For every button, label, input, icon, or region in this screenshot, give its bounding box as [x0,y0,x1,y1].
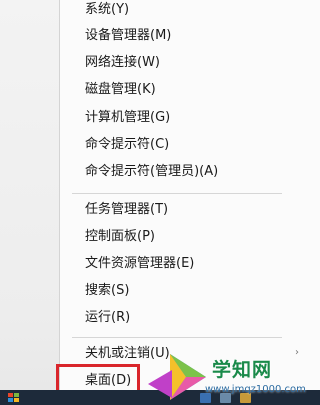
chevron-right-icon: › [295,347,299,358]
watermark-url: www.jmqz1000.com [205,384,306,395]
pointer-arrow-icon [148,370,172,398]
menu-item-task-manager[interactable]: 任务管理器(T) [60,198,310,222]
menu-item-network-connections[interactable]: 网络连接(W) [60,51,310,75]
windows-logo-icon[interactable] [8,393,20,403]
menu-divider [72,337,282,338]
menu-item-file-explorer[interactable]: 文件资源管理器(E) [60,252,310,276]
menu-item-computer-management[interactable]: 计算机管理(G) [60,106,310,130]
watermark-title: 学知网 [212,359,273,381]
menu-item-device-manager[interactable]: 设备管理器(M) [60,24,310,48]
menu-item-control-panel[interactable]: 控制面板(P) [60,225,310,249]
background-panel [0,0,60,405]
menu-item-run[interactable]: 运行(R) [60,306,310,330]
menu-item-search[interactable]: 搜索(S) [60,279,310,303]
menu-item-system[interactable]: 系统(Y) [60,0,310,22]
menu-item-command-prompt-admin[interactable]: 命令提示符(管理员)(A) [60,160,310,184]
menu-item-disk-management[interactable]: 磁盘管理(K) [60,78,310,102]
menu-item-command-prompt[interactable]: 命令提示符(C) [60,133,310,157]
menu-divider [72,193,282,194]
